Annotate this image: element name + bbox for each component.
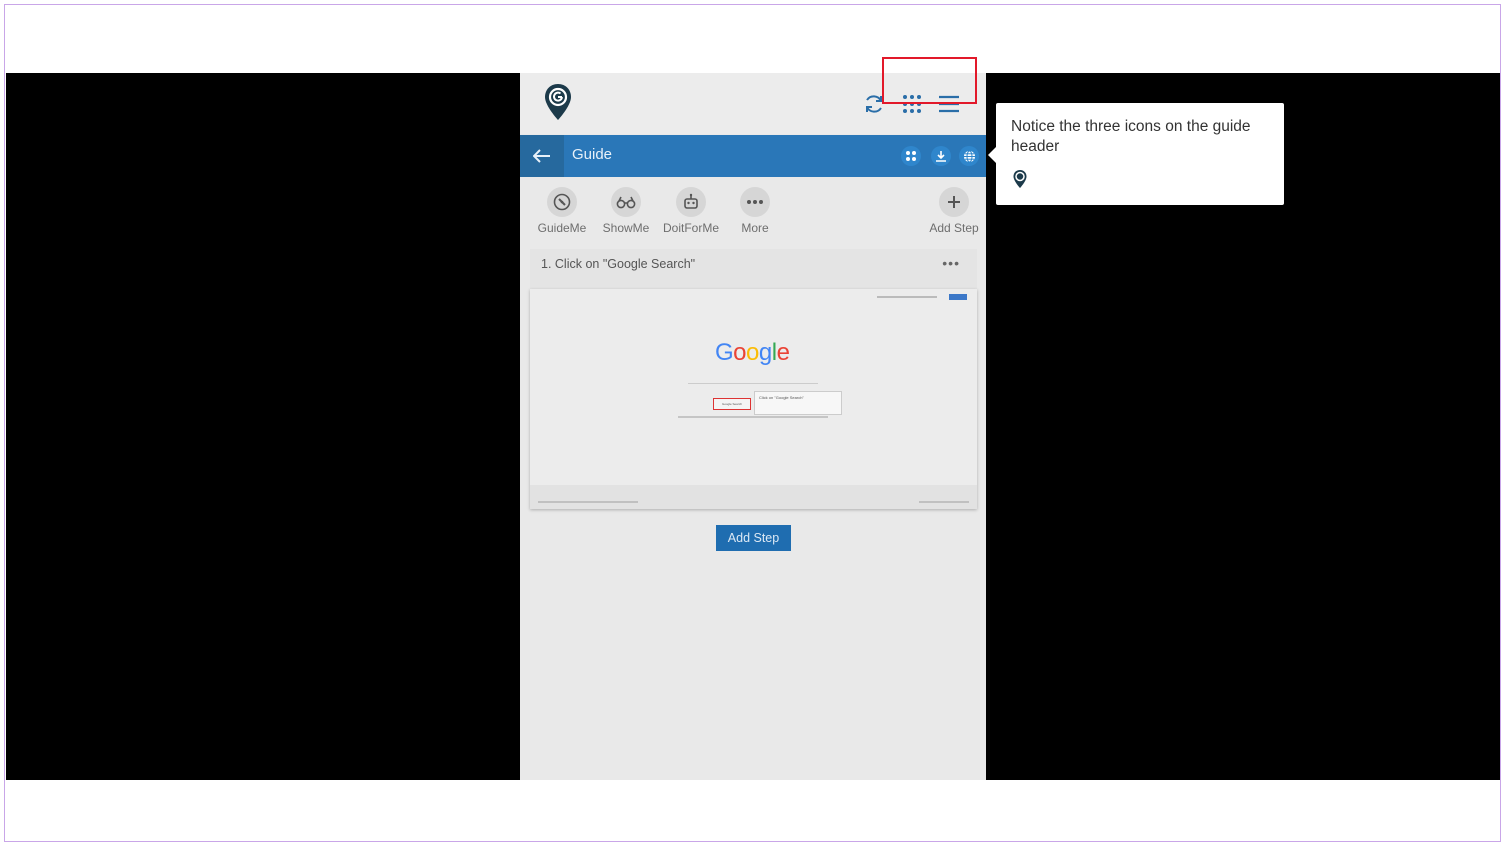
back-button[interactable] [520, 135, 564, 177]
add-step-label: Add Step [929, 221, 979, 235]
download-icon[interactable] [931, 146, 951, 166]
google-logo: Google [715, 339, 790, 366]
grid-view-icon[interactable] [901, 146, 921, 166]
shot-google-search-button: Google Search [713, 398, 751, 410]
compass-icon [553, 193, 571, 211]
add-step-button[interactable]: Add Step [716, 525, 791, 551]
guide-title: Guide [572, 146, 613, 163]
plus-icon [948, 196, 960, 208]
add-step-action[interactable]: Add Step [922, 187, 986, 235]
shot-footer-links-left [538, 501, 638, 503]
more-horizontal-icon [747, 200, 763, 204]
shot-topbar-links [877, 296, 937, 298]
shot-search-box [688, 383, 818, 384]
tooltip-text: Notice the three icons on the guide head… [1011, 118, 1251, 155]
shot-footer-links-right [919, 501, 969, 503]
globe-icon[interactable] [959, 146, 979, 166]
guide-pin-icon [1013, 170, 1027, 188]
doitforme-button[interactable]: DoitForMe [659, 187, 723, 235]
showme-button[interactable]: ShowMe [594, 187, 658, 235]
shot-language-line [678, 416, 828, 418]
more-button[interactable]: More [723, 187, 787, 235]
more-label: More [741, 221, 769, 235]
step-card[interactable]: 1. Click on "Google Search" ••• Google G… [530, 249, 977, 509]
guide-header: Guide [520, 135, 986, 177]
shot-footer [530, 485, 977, 509]
shot-callout: Click on "Google Search" [754, 391, 842, 415]
step-more-icon[interactable]: ••• [942, 255, 960, 271]
arrow-left-icon [533, 149, 550, 163]
shot-signin-button [949, 294, 967, 300]
step-screenshot: Google Google Search Click on "Google Se… [530, 289, 977, 509]
binoculars-icon [616, 196, 636, 209]
header-icons-highlight [882, 57, 977, 104]
guide-panel: Guide GuideMe ShowMe DoitForMe More Add … [520, 73, 986, 780]
tooltip-callout: Notice the three icons on the guide head… [988, 103, 1284, 205]
step-title: 1. Click on "Google Search" [541, 257, 696, 271]
guideme-label: GuideMe [537, 221, 587, 235]
guideme-button[interactable]: GuideMe [530, 187, 594, 235]
showme-label: ShowMe [602, 221, 650, 235]
brand-logo-icon [545, 84, 571, 120]
robot-icon [684, 193, 698, 209]
doitforme-label: DoitForMe [662, 221, 719, 235]
